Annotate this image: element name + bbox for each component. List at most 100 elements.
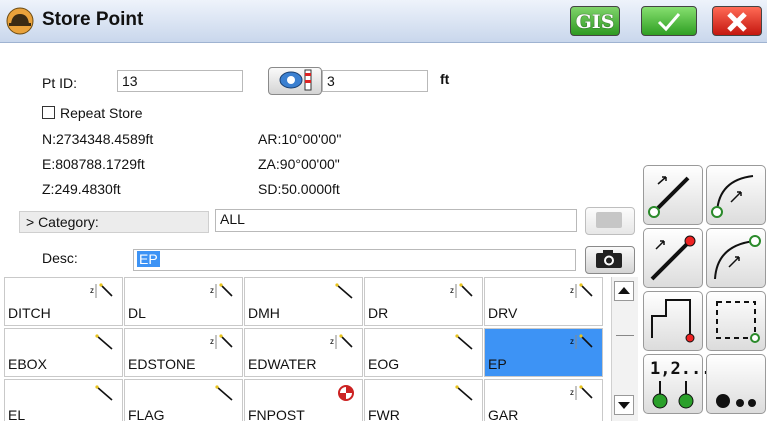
scroll-up-button[interactable] [614, 281, 634, 301]
photo-button[interactable] [585, 246, 635, 274]
line-icon [455, 334, 473, 350]
line-start-tool[interactable] [643, 165, 703, 225]
code-button[interactable]: z GAR [484, 379, 603, 421]
arc-end-icon [714, 235, 761, 280]
code-button[interactable]: z DR [364, 277, 483, 326]
pt-id-input[interactable] [117, 70, 243, 92]
title-bar: Store Point GIS [0, 0, 767, 43]
svg-text:z: z [450, 286, 454, 295]
code-label: EDWATER [248, 356, 317, 372]
z-line-icon: z [210, 334, 233, 349]
repeat-store-checkbox[interactable] [42, 106, 55, 119]
code-button[interactable]: z DRV [484, 277, 603, 326]
code-button[interactable]: DMH [244, 277, 363, 326]
arc-end-tool[interactable] [706, 228, 766, 288]
north-readout: N:2734348.4589ft [42, 131, 154, 147]
code-button[interactable]: z EDWATER [244, 328, 363, 377]
code-button[interactable]: FNPOST [244, 379, 363, 421]
more-dots-icon [716, 394, 756, 408]
z-line-icon: z [450, 283, 473, 298]
desc-input[interactable]: EP [133, 249, 576, 271]
code-label: DITCH [8, 305, 51, 321]
code-label: EP [488, 356, 507, 372]
code-button[interactable]: z EDSTONE [124, 328, 243, 377]
target-height-button[interactable] [268, 67, 322, 95]
elevation-readout: Z:249.4830ft [42, 181, 121, 197]
code-button[interactable]: FWR [364, 379, 483, 421]
z-line-icon: z [570, 283, 593, 298]
height-unit: ft [440, 71, 450, 87]
z-line-icon: z [90, 283, 113, 298]
camera-icon [596, 250, 622, 268]
code-grid: z DITCH z DL DMH z DR z DRV EBOX z EDSTONE z EDWATER E… [4, 277, 611, 421]
code-label: DMH [248, 305, 280, 321]
arc-start-tool[interactable] [706, 165, 766, 225]
code-grid-scrollbar[interactable] [611, 277, 638, 421]
ar-readout: AR:10°00'00" [258, 131, 342, 147]
code-button[interactable]: EL [4, 379, 123, 421]
code-button[interactable]: FLAG [124, 379, 243, 421]
code-label: DR [368, 305, 389, 321]
code-label: EL [8, 407, 26, 421]
code-label: DL [128, 305, 146, 321]
svg-text:z: z [570, 337, 574, 346]
scroll-thumb[interactable] [616, 335, 634, 336]
repeat-store-label: Repeat Store [60, 105, 143, 121]
rectangle-tool[interactable] [706, 291, 766, 351]
code-button[interactable]: z DITCH [4, 277, 123, 326]
code-label: EBOX [8, 356, 47, 372]
code-label: FLAG [128, 407, 165, 421]
code-button[interactable]: z EP [484, 328, 603, 377]
check-icon [657, 13, 681, 32]
arc-point-icon [711, 175, 754, 218]
line-icon [95, 334, 113, 350]
desc-value: EP [137, 251, 160, 267]
more-tool[interactable] [706, 354, 766, 414]
height-input[interactable] [322, 70, 428, 92]
category-list-button[interactable] [585, 207, 635, 235]
window-title: Store Point [42, 9, 144, 30]
east-readout: E:808788.1729ft [42, 156, 145, 172]
close-icon [727, 12, 747, 32]
svg-text:z: z [210, 337, 214, 346]
line-end-tool[interactable] [643, 228, 703, 288]
line-icon [455, 385, 473, 401]
z-line-icon: z [330, 334, 353, 349]
svg-text:z: z [330, 337, 334, 346]
sd-readout: SD:50.0000ft [258, 181, 340, 197]
polygon-close-icon [651, 299, 695, 343]
svg-text:z: z [570, 388, 574, 397]
gis-button[interactable]: GIS [570, 6, 620, 36]
z-line-icon: z [570, 334, 593, 349]
scroll-down-button[interactable] [614, 395, 634, 415]
desc-label: Desc: [42, 250, 78, 266]
polygon-close-tool[interactable] [643, 291, 703, 351]
hard-hat-icon [6, 7, 34, 35]
line-icon [335, 283, 353, 299]
number-points-label: 1,2... [650, 359, 712, 379]
svg-text:z: z [90, 286, 94, 295]
category-select[interactable]: ALL [215, 209, 577, 232]
code-button[interactable]: EBOX [4, 328, 123, 377]
z-line-icon: z [570, 385, 593, 400]
number-points-tool[interactable]: 1,2... [643, 354, 711, 414]
ok-button[interactable] [641, 6, 697, 36]
cancel-button[interactable] [712, 6, 762, 36]
arrow-up-icon [618, 287, 630, 294]
pt-id-label: Pt ID: [42, 75, 78, 91]
line-icon [215, 385, 233, 401]
code-label: EOG [368, 356, 400, 372]
za-readout: ZA:90°00'00" [258, 156, 340, 172]
code-button[interactable]: z DL [124, 277, 243, 326]
line-point-icon [648, 176, 690, 218]
category-value: ALL [220, 211, 245, 227]
code-label: EDSTONE [128, 356, 196, 372]
code-label: GAR [488, 407, 519, 421]
svg-text:z: z [210, 286, 214, 295]
svg-text:z: z [570, 286, 574, 295]
category-button[interactable]: > Category: [19, 211, 209, 233]
line-icon [95, 385, 113, 401]
code-button[interactable]: EOG [364, 328, 483, 377]
rectangle-icon [716, 301, 760, 343]
target-icon [338, 385, 354, 401]
